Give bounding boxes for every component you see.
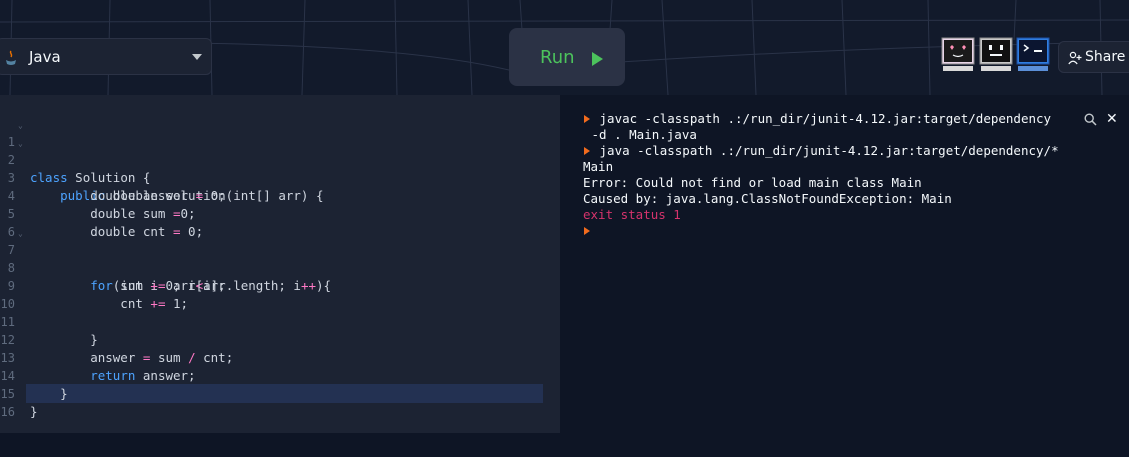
console-line: java -classpath .:/run_dir/junit-4.12.ja… xyxy=(592,143,1059,158)
prompt-icon xyxy=(584,115,590,123)
code-text: } xyxy=(30,404,38,419)
prompt-icon xyxy=(584,227,590,235)
console-line: Main xyxy=(583,159,614,174)
language-label: Java xyxy=(29,48,61,66)
search-icon[interactable] xyxy=(1084,113,1097,126)
code-line[interactable]: 14 } xyxy=(0,349,560,401)
top-bar: Java Run Share xyxy=(0,0,1129,95)
share-label: Share xyxy=(1085,49,1126,65)
console-line: -d . Main.java xyxy=(584,127,697,142)
java-icon xyxy=(6,50,16,65)
code-line[interactable]: 2 ⌄ public double solution(int[] arr) { xyxy=(0,133,560,203)
share-button[interactable]: Share xyxy=(1058,41,1129,73)
code-line[interactable]: 1 ⌄ class Solution { xyxy=(0,115,560,185)
language-select[interactable]: Java xyxy=(0,38,212,75)
chevron-down-icon xyxy=(192,54,202,60)
play-icon xyxy=(592,52,603,66)
console-line: Error: Could not find or load main class… xyxy=(583,175,922,190)
code-line[interactable]: 15 } xyxy=(0,367,560,419)
close-icon[interactable]: ✕ xyxy=(1106,111,1118,127)
code-line[interactable]: 8 sum += arr[i]; xyxy=(0,241,560,293)
code-line[interactable]: 7 ⌄ for(int i=0; i<arr.length; i++){ xyxy=(0,223,560,293)
run-label: Run xyxy=(540,47,575,68)
add-user-icon xyxy=(1068,51,1082,65)
console-line: exit status 1 xyxy=(583,207,681,222)
code-line[interactable]: 4 double sum =0; xyxy=(0,169,560,221)
line-number: 16 xyxy=(0,405,15,419)
code-line[interactable]: 16 xyxy=(0,385,560,419)
code-line[interactable]: 10 xyxy=(0,277,560,311)
terminal-computer-icon[interactable] xyxy=(1016,37,1050,73)
console-line: Caused by: java.lang.ClassNotFoundExcept… xyxy=(583,191,952,206)
code-line[interactable]: 6 xyxy=(0,205,560,239)
code-line[interactable]: 9 cnt += 1; xyxy=(0,259,560,311)
heart-eyes-computer-icon[interactable] xyxy=(941,37,975,73)
console-panel[interactable]: ✕ javac -classpath .:/run_dir/junit-4.12… xyxy=(567,95,1129,433)
prompt-icon xyxy=(584,147,590,155)
neutral-face-computer-icon[interactable] xyxy=(979,37,1013,73)
code-line[interactable]: 13 return answer; xyxy=(0,331,560,383)
run-button[interactable]: Run xyxy=(509,28,625,86)
console-line: javac -classpath .:/run_dir/junit-4.12.j… xyxy=(592,111,1052,126)
code-line[interactable]: 5 double cnt = 0; xyxy=(0,187,560,239)
code-editor[interactable]: 1 ⌄ class Solution { 2 ⌄ public double s… xyxy=(0,95,560,433)
code-line[interactable]: 12 answer = sum / cnt; xyxy=(0,313,560,365)
code-line[interactable]: 11 } xyxy=(0,295,560,347)
code-line[interactable]: 3 double answer = 0; xyxy=(0,151,560,203)
